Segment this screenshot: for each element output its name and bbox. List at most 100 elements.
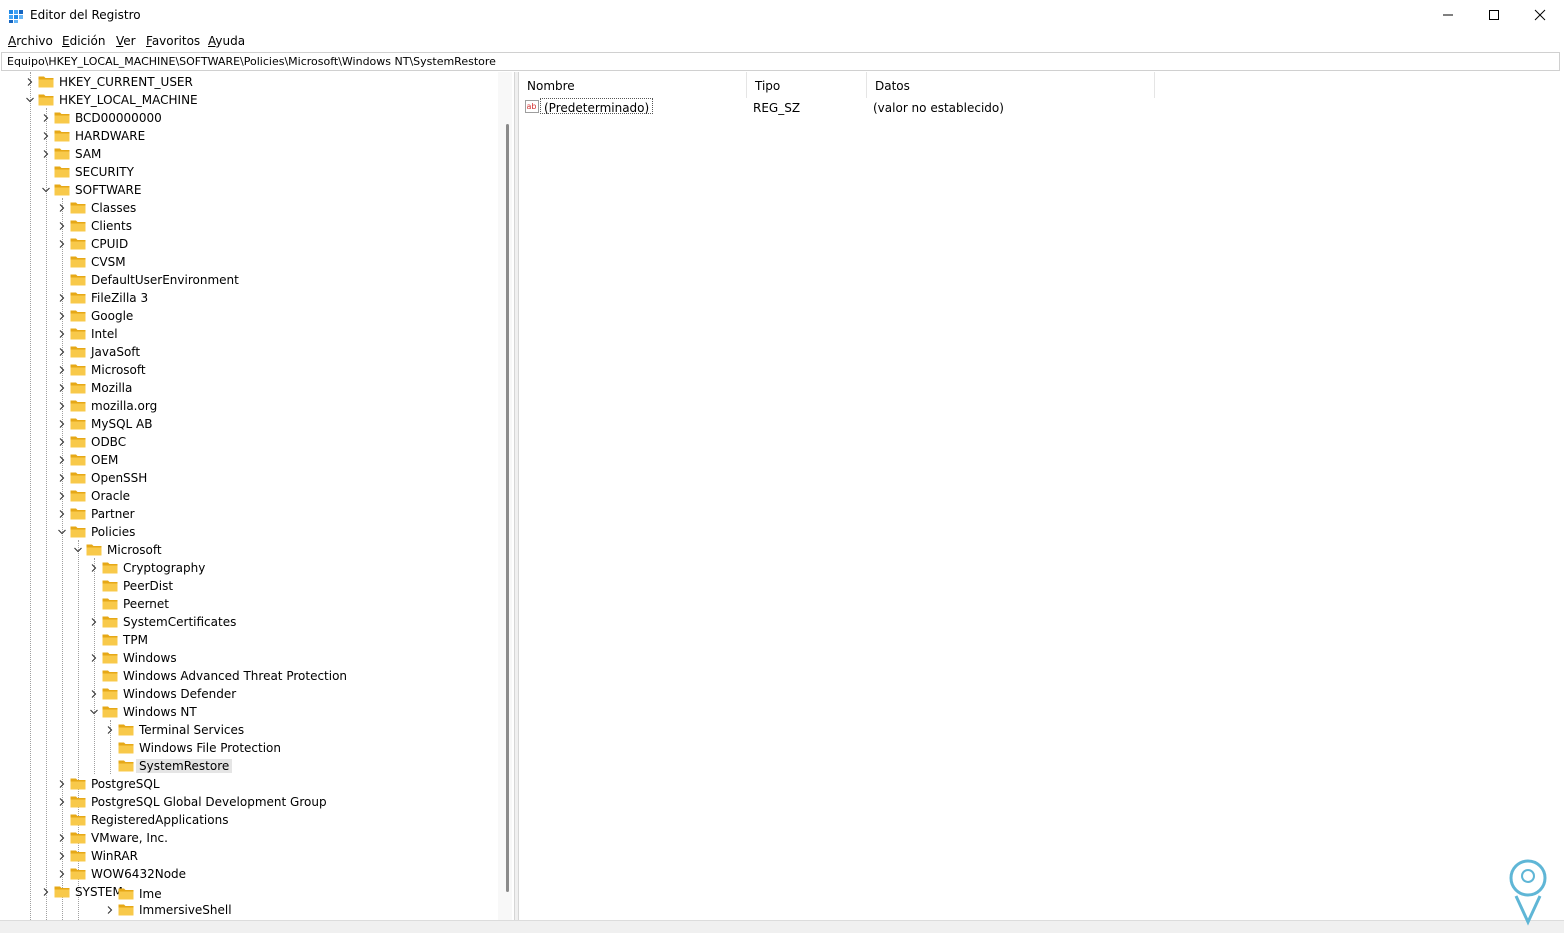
tree-item-microsoft[interactable]: Microsoft xyxy=(0,361,498,379)
tree-item-filezilla-3[interactable]: FileZilla 3 xyxy=(0,289,498,307)
chevron-right-icon[interactable] xyxy=(89,689,99,699)
chevron-right-icon[interactable] xyxy=(57,779,67,789)
tree-item-oem[interactable]: OEM xyxy=(0,451,498,469)
tree-item-cvsm[interactable]: CVSM xyxy=(0,253,498,271)
tree-item-openssh[interactable]: OpenSSH xyxy=(0,469,498,487)
minimize-button[interactable] xyxy=(1425,0,1471,30)
tree-item-hkey-local-machine[interactable]: HKEY_LOCAL_MACHINE xyxy=(0,91,498,109)
chevron-right-icon[interactable] xyxy=(57,365,67,375)
menu-favoritos[interactable]: Favoritos xyxy=(146,34,200,48)
tree-item-peernet[interactable]: Peernet xyxy=(0,595,498,613)
tree-item-cryptography[interactable]: Cryptography xyxy=(0,559,498,577)
tree-scrollbar[interactable] xyxy=(498,72,512,920)
chevron-right-icon[interactable] xyxy=(41,131,51,141)
menu-ayuda[interactable]: Ayuda xyxy=(208,34,245,48)
chevron-right-icon[interactable] xyxy=(57,833,67,843)
tree-item-vmware-inc[interactable]: VMware, Inc. xyxy=(0,829,498,847)
chevron-right-icon[interactable] xyxy=(105,905,115,915)
column-header-datos[interactable]: Datos xyxy=(867,72,1155,98)
menu-archivo[interactable]: Archivo xyxy=(8,34,53,48)
chevron-right-icon[interactable] xyxy=(41,113,51,123)
tree-item-microsoft[interactable]: Microsoft xyxy=(0,541,498,559)
list-row[interactable]: ab (Predeterminado) REG_SZ (valor no est… xyxy=(519,98,1562,116)
chevron-right-icon[interactable] xyxy=(57,509,67,519)
tree-item-software[interactable]: SOFTWARE xyxy=(0,181,498,199)
tree-item-windows[interactable]: Windows xyxy=(0,649,498,667)
address-path[interactable]: Equipo\HKEY_LOCAL_MACHINE\SOFTWARE\Polic… xyxy=(7,55,496,68)
tree-item-postgresql[interactable]: PostgreSQL xyxy=(0,775,498,793)
menu-edicion[interactable]: Edición xyxy=(62,34,105,48)
chevron-right-icon[interactable] xyxy=(57,329,67,339)
tree-item-systemrestore[interactable]: SystemRestore xyxy=(0,757,498,775)
tree-scrollbar-thumb[interactable] xyxy=(506,124,509,892)
chevron-down-icon[interactable] xyxy=(73,545,83,555)
chevron-right-icon[interactable] xyxy=(105,725,115,735)
chevron-right-icon[interactable] xyxy=(57,869,67,879)
tree-item-winrar[interactable]: WinRAR xyxy=(0,847,498,865)
chevron-right-icon[interactable] xyxy=(41,149,51,159)
tree-item-policies[interactable]: Policies xyxy=(0,523,498,541)
chevron-right-icon[interactable] xyxy=(57,221,67,231)
chevron-right-icon[interactable] xyxy=(89,617,99,627)
tree-item-clients[interactable]: Clients xyxy=(0,217,498,235)
chevron-down-icon[interactable] xyxy=(89,707,99,717)
tree-item-wow6432node[interactable]: WOW6432Node xyxy=(0,865,498,883)
tree-item-odbc[interactable]: ODBC xyxy=(0,433,498,451)
tree-pane[interactable]: HKEY_CURRENT_USER HKEY_LOCAL_MACHINE BCD00… xyxy=(0,72,514,920)
chevron-right-icon[interactable] xyxy=(57,437,67,447)
tree-item-google[interactable]: Google xyxy=(0,307,498,325)
tree-item-postgresql-global-development-group[interactable]: PostgreSQL Global Development Group xyxy=(0,793,498,811)
chevron-right-icon[interactable] xyxy=(57,311,67,321)
chevron-down-icon[interactable] xyxy=(25,95,35,105)
chevron-right-icon[interactable] xyxy=(57,473,67,483)
close-button[interactable] xyxy=(1517,0,1563,30)
chevron-right-icon[interactable] xyxy=(57,383,67,393)
tree-item-javasoft[interactable]: JavaSoft xyxy=(0,343,498,361)
maximize-button[interactable] xyxy=(1471,0,1517,30)
tree-item-hkey-current-user[interactable]: HKEY_CURRENT_USER xyxy=(0,73,498,91)
chevron-right-icon[interactable] xyxy=(57,797,67,807)
tree-item-tpm[interactable]: TPM xyxy=(0,631,498,649)
tree-item-terminal-services[interactable]: Terminal Services xyxy=(0,721,498,739)
tree-item-peerdist[interactable]: PeerDist xyxy=(0,577,498,595)
tree-item-windows-nt[interactable]: Windows NT xyxy=(0,703,498,721)
tree-item-immersiveshell[interactable]: ImmersiveShell xyxy=(0,901,498,919)
tree-item-partner[interactable]: Partner xyxy=(0,505,498,523)
tree-item-cpuid[interactable]: CPUID xyxy=(0,235,498,253)
chevron-down-icon[interactable] xyxy=(57,527,67,537)
column-header-tipo[interactable]: Tipo xyxy=(747,72,867,98)
chevron-right-icon[interactable] xyxy=(25,77,35,87)
tree-item-intel[interactable]: Intel xyxy=(0,325,498,343)
chevron-right-icon[interactable] xyxy=(89,653,99,663)
tree-item-registeredapplications[interactable]: RegisteredApplications xyxy=(0,811,498,829)
column-header-nombre[interactable]: Nombre xyxy=(519,72,747,98)
chevron-right-icon[interactable] xyxy=(57,455,67,465)
tree-item-windows-advanced-threat-protection[interactable]: Windows Advanced Threat Protection xyxy=(0,667,498,685)
tree-item-classes[interactable]: Classes xyxy=(0,199,498,217)
chevron-right-icon[interactable] xyxy=(89,563,99,573)
tree-item-bcd00000000[interactable]: BCD00000000 xyxy=(0,109,498,127)
tree-item-systemcertificates[interactable]: SystemCertificates xyxy=(0,613,498,631)
tree-item-windows-defender[interactable]: Windows Defender xyxy=(0,685,498,703)
chevron-right-icon[interactable] xyxy=(57,401,67,411)
values-list[interactable]: Nombre Tipo Datos ab (Predeterminado) RE… xyxy=(519,72,1562,920)
tree-item-sam[interactable]: SAM xyxy=(0,145,498,163)
chevron-down-icon[interactable] xyxy=(41,185,51,195)
chevron-right-icon[interactable] xyxy=(57,203,67,213)
chevron-right-icon[interactable] xyxy=(57,419,67,429)
chevron-right-icon[interactable] xyxy=(57,239,67,249)
tree-item-mozilla[interactable]: Mozilla xyxy=(0,379,498,397)
address-bar[interactable]: Equipo\HKEY_LOCAL_MACHINE\SOFTWARE\Polic… xyxy=(1,52,1560,71)
tree-item-oracle[interactable]: Oracle xyxy=(0,487,498,505)
tree-item-mysql-ab[interactable]: MySQL AB xyxy=(0,415,498,433)
tree-item-defaultuserenvironment[interactable]: DefaultUserEnvironment xyxy=(0,271,498,289)
tree-item-mozilla-org[interactable]: mozilla.org xyxy=(0,397,498,415)
chevron-right-icon[interactable] xyxy=(57,293,67,303)
chevron-right-icon[interactable] xyxy=(57,851,67,861)
value-name-cell[interactable]: (Predeterminado) xyxy=(540,98,654,115)
chevron-right-icon[interactable] xyxy=(57,347,67,357)
menu-ver[interactable]: Ver xyxy=(116,34,136,48)
tree-item-hardware[interactable]: HARDWARE xyxy=(0,127,498,145)
chevron-right-icon[interactable] xyxy=(57,491,67,501)
tree-item-security[interactable]: SECURITY xyxy=(0,163,498,181)
